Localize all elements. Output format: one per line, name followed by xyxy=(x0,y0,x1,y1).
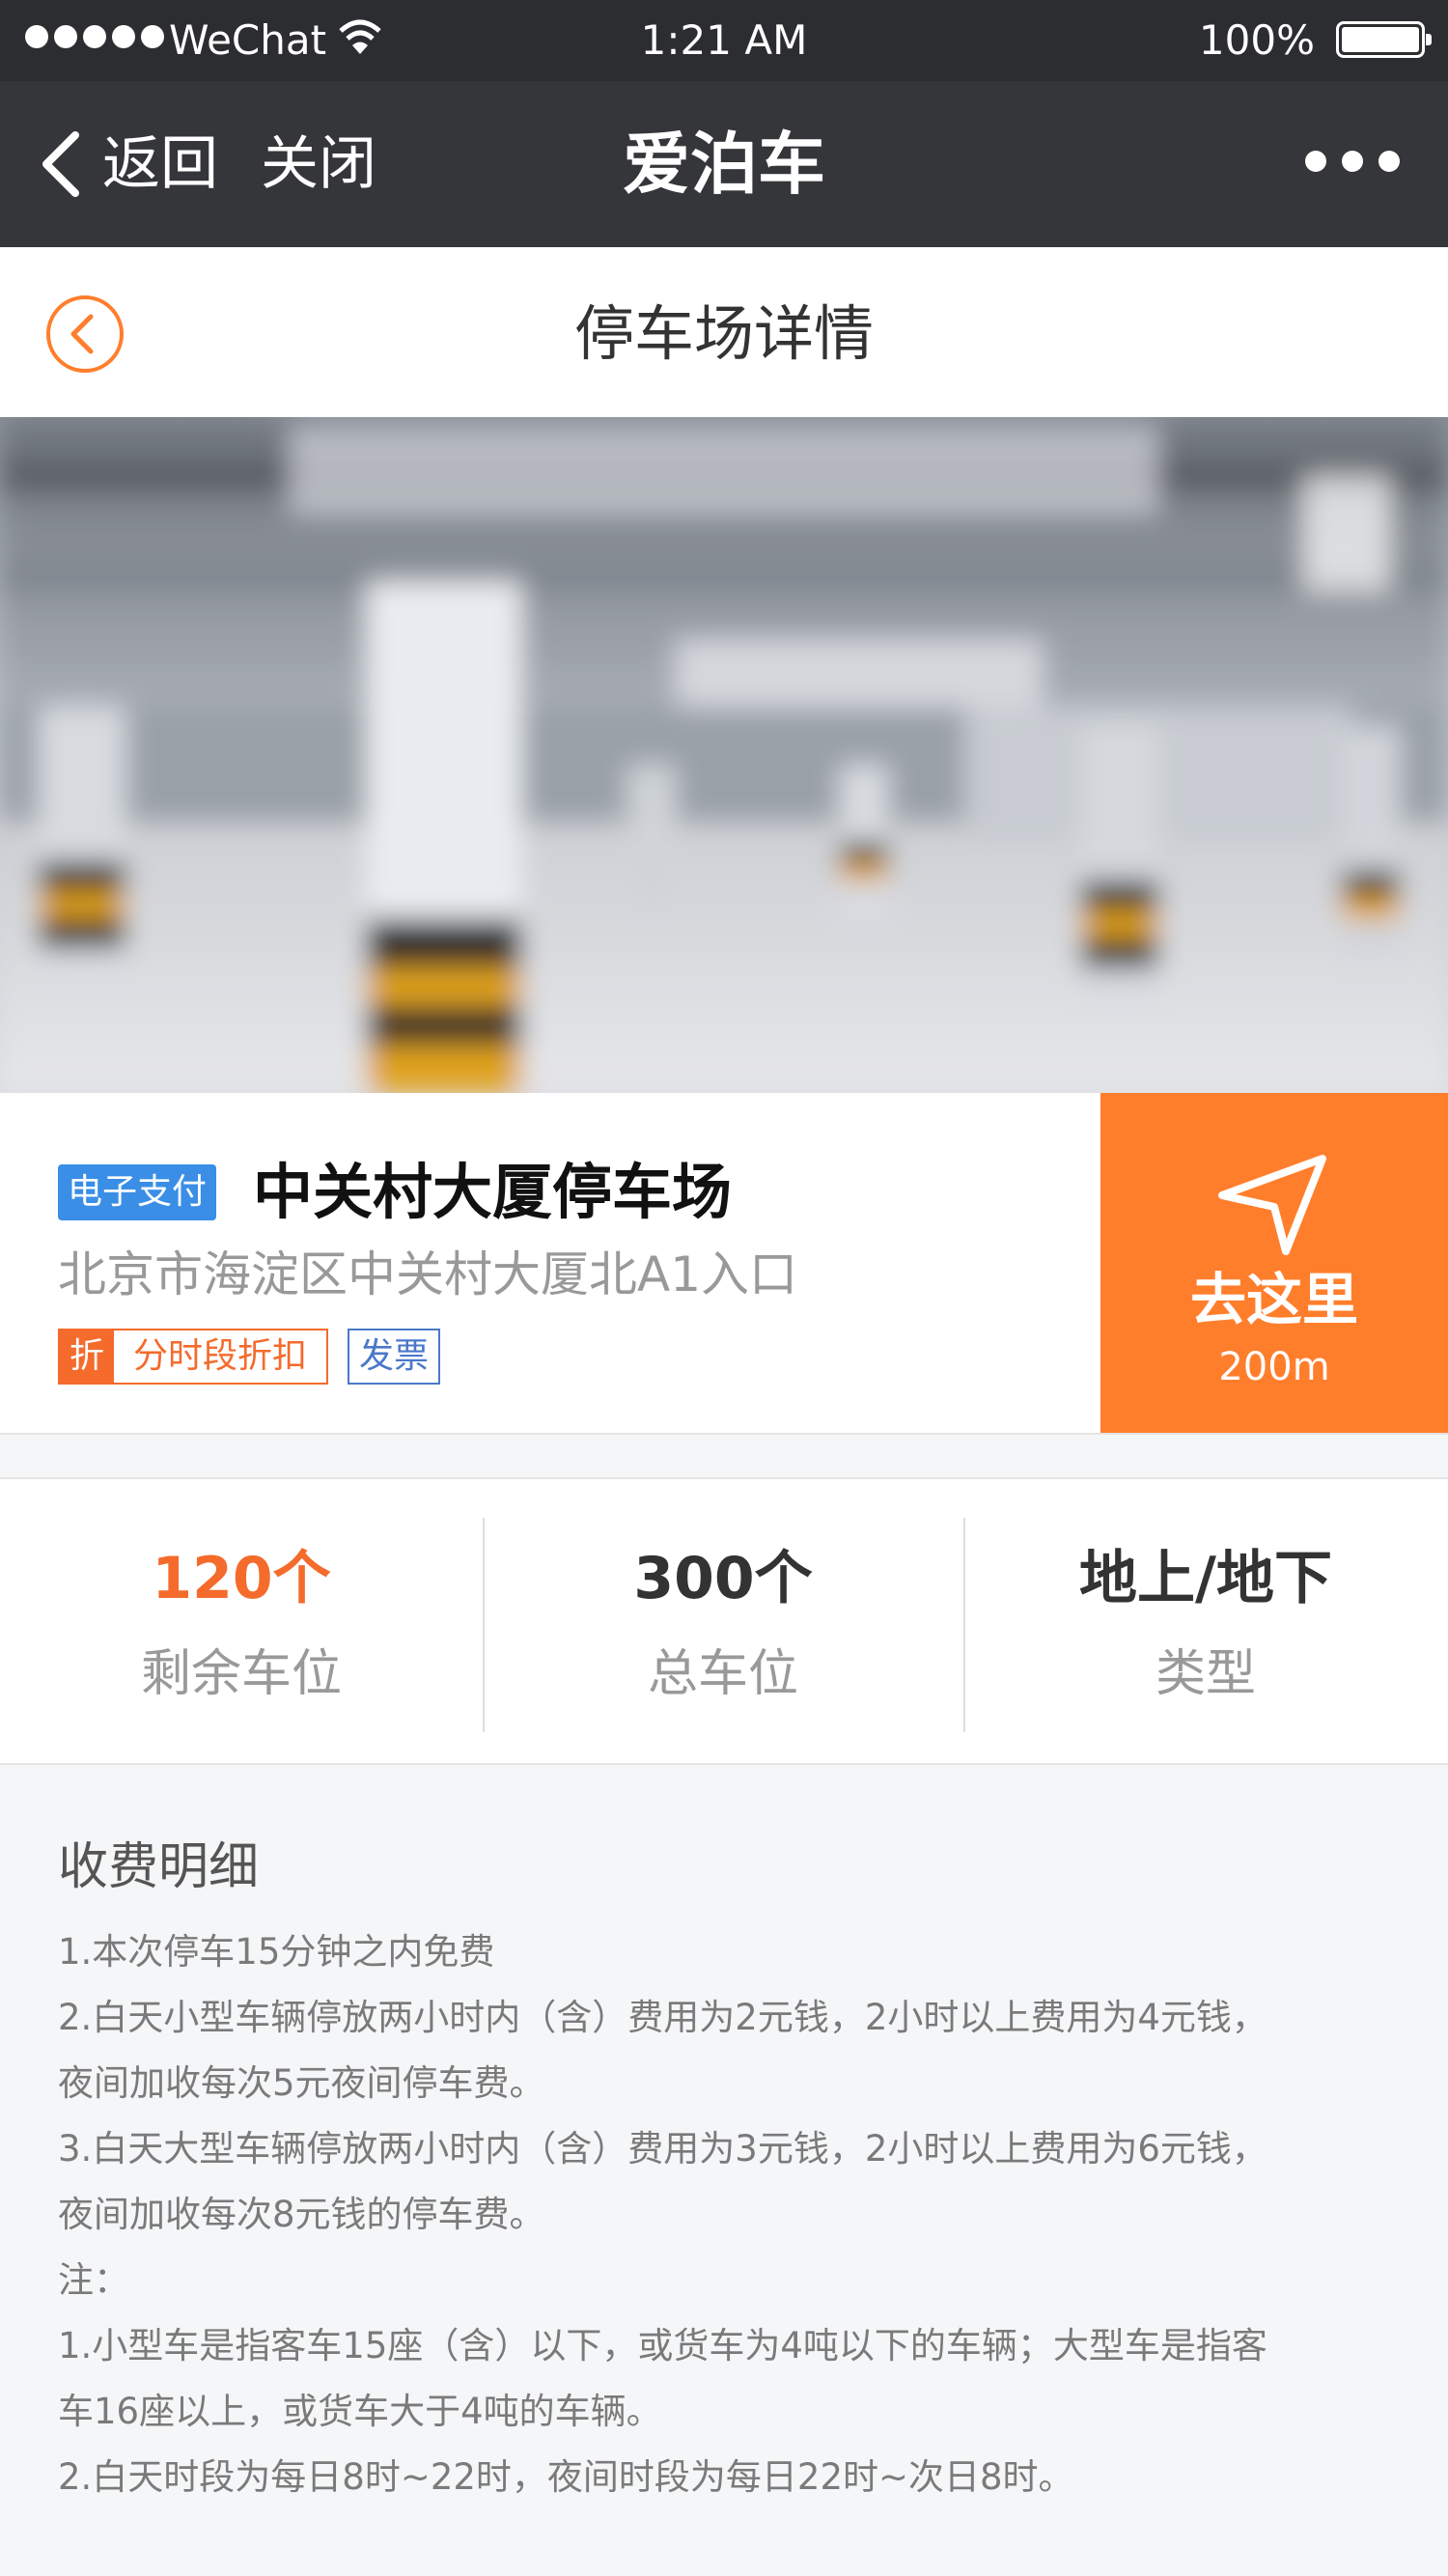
battery-percent: 100% xyxy=(1198,16,1315,64)
stat-label: 剩余车位 xyxy=(140,1645,342,1703)
discount-tag: 折 分时段折扣 xyxy=(58,1329,329,1385)
fee-line: 1.小型车是指客车15座（含）以下，或货车为4吨以下的车辆；大型车是指客 xyxy=(58,2325,1267,2366)
space-stats: 120个 剩余车位 300个 总车位 地上/地下 类型 xyxy=(0,1477,1448,1765)
fee-line: 2.白天时段为每日8时~22时，夜间时段为每日22时~次日8时。 xyxy=(58,2456,1074,2498)
lot-info-card: 电子支付 中关村大厦停车场 北京市海淀区中关村大厦北A1入口 折 分时段折扣 发… xyxy=(0,1093,1448,1435)
lot-address: 北京市海淀区中关村大厦北A1入口 xyxy=(58,1246,798,1302)
fee-line: 注： xyxy=(58,2259,129,2301)
wechat-nav-bar: 返回 关闭 爱泊车 xyxy=(0,81,1448,247)
fee-body: 1.本次停车15分钟之内免费 2.白天小型车辆停放两小时内（含）费用为2元钱，2… xyxy=(58,1919,1409,2510)
navigation-arrow-icon xyxy=(1218,1155,1326,1255)
status-bar: WeChat 1:21 AM 100% xyxy=(0,0,1448,81)
stat-value: 300个 xyxy=(633,1545,813,1612)
parking-lot-photo xyxy=(0,417,1448,1093)
dot-icon xyxy=(1305,151,1326,172)
fee-line: 车16座以上，或货车大于4吨的车辆。 xyxy=(58,2391,662,2432)
navigate-label: 去这里 xyxy=(1189,1267,1358,1332)
fee-line: 3.白天大型车辆停放两小时内（含）费用为3元钱，2小时以上费用为6元钱， xyxy=(58,2128,1267,2170)
fee-line: 夜间加收每次8元钱的停车费。 xyxy=(58,2194,545,2235)
stat-type: 地上/地下 类型 xyxy=(963,1479,1448,1765)
stat-total: 300个 总车位 xyxy=(483,1479,963,1765)
app-title: 爱泊车 xyxy=(623,125,825,204)
fee-details: 收费明细 1.本次停车15分钟之内免费 2.白天小型车辆停放两小时内（含）费用为… xyxy=(0,1765,1448,2576)
navigate-button[interactable]: 去这里 200m xyxy=(1100,1093,1448,1433)
discount-label: 分时段折扣 xyxy=(133,1336,308,1376)
more-menu-button[interactable] xyxy=(1305,151,1400,172)
lot-tags: 折 分时段折扣 发票 xyxy=(58,1329,441,1385)
lot-name: 中关村大厦停车场 xyxy=(253,1157,733,1227)
distance-label: 200m xyxy=(1218,1345,1330,1389)
dot-icon xyxy=(1342,151,1363,172)
stat-available: 120个 剩余车位 xyxy=(0,1479,483,1765)
stat-label: 类型 xyxy=(1155,1645,1256,1703)
fee-title: 收费明细 xyxy=(58,1838,260,1896)
invoice-tag: 发票 xyxy=(348,1329,441,1385)
discount-mark: 折 xyxy=(60,1330,114,1383)
stat-label: 总车位 xyxy=(647,1645,798,1703)
page-header: 停车场详情 xyxy=(0,247,1448,417)
fee-line: 1.本次停车15分钟之内免费 xyxy=(58,1931,495,1973)
page-title: 停车场详情 xyxy=(573,298,874,369)
fee-line: 2.白天小型车辆停放两小时内（含）费用为2元钱，2小时以上费用为4元钱， xyxy=(58,1997,1267,2038)
stat-value: 120个 xyxy=(152,1545,331,1612)
fee-line: 夜间加收每次5元夜间停车费。 xyxy=(58,2062,545,2104)
dot-icon xyxy=(1378,151,1400,172)
epay-badge: 电子支付 xyxy=(58,1164,217,1220)
stat-value: 地上/地下 xyxy=(1079,1545,1332,1612)
battery-icon xyxy=(1336,21,1432,58)
